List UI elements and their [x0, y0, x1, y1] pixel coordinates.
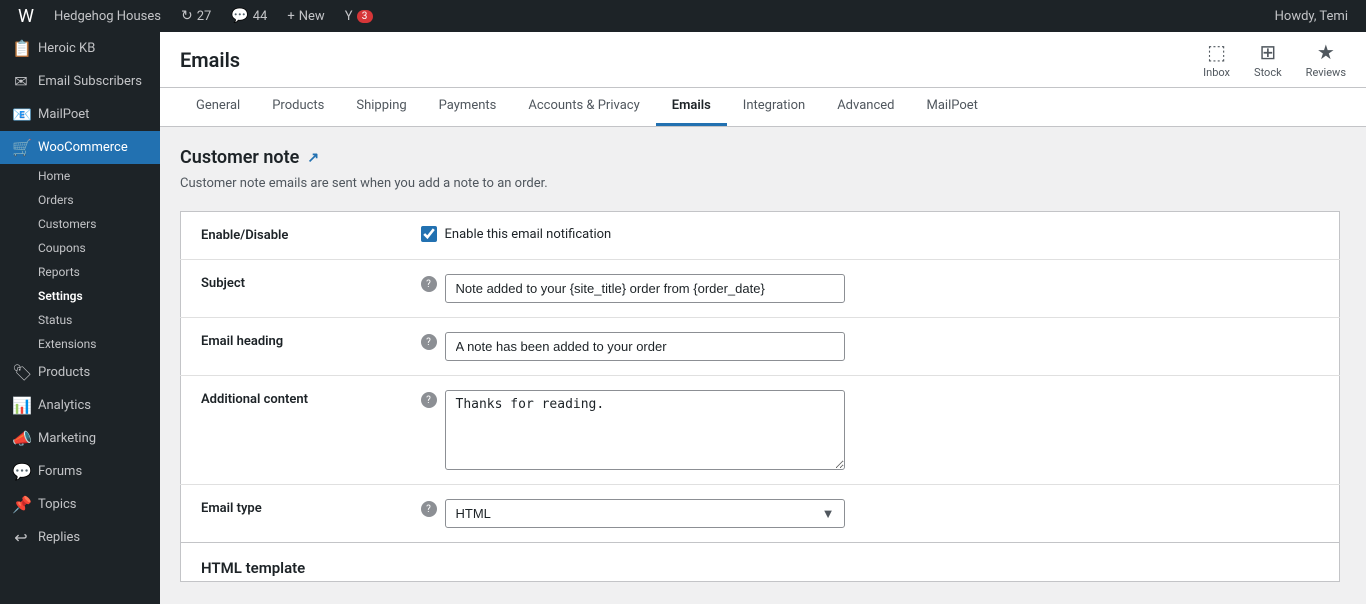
- additional-content-textarea[interactable]: Thanks for reading.: [445, 390, 845, 470]
- enable-checkbox-row: Enable this email notification: [421, 226, 1320, 242]
- subject-label: Subject: [181, 260, 401, 318]
- tab-emails[interactable]: Emails: [656, 88, 727, 126]
- subject-field: ?: [401, 260, 1340, 318]
- email-heading-field-row: ?: [421, 332, 1320, 361]
- email-type-row: Email type ? HTML Plain text Multipart ▼: [181, 485, 1340, 543]
- expand-icon[interactable]: ↗: [307, 150, 319, 166]
- plus-icon: +: [287, 9, 294, 24]
- section-description: Customer note emails are sent when you a…: [180, 176, 1340, 191]
- section-title: Customer note ↗: [180, 147, 1340, 168]
- email-heading-input[interactable]: [445, 332, 845, 361]
- sidebar-item-woocommerce[interactable]: 🛒 WooCommerce: [0, 131, 160, 164]
- woocommerce-icon: 🛒: [12, 138, 30, 157]
- email-heading-label: Email heading: [181, 318, 401, 376]
- topics-icon: 📌: [12, 495, 30, 514]
- replies-icon: ↩: [12, 528, 30, 547]
- inbox-button[interactable]: ⬚ Inbox: [1203, 40, 1230, 79]
- additional-content-row: Additional content ? Thanks for reading.: [181, 376, 1340, 485]
- email-type-field: ? HTML Plain text Multipart ▼: [401, 485, 1340, 543]
- tab-advanced[interactable]: Advanced: [821, 88, 910, 126]
- header-actions: ⬚ Inbox ⊞ Stock ★ Reviews: [1203, 40, 1346, 79]
- sidebar-sub-extensions[interactable]: Extensions: [0, 332, 160, 356]
- updates-button[interactable]: ↻ 27: [171, 0, 221, 32]
- sidebar-item-replies[interactable]: ↩ Replies: [0, 521, 160, 554]
- heroic-kb-icon: 📋: [12, 39, 30, 58]
- sidebar-item-mailpoet[interactable]: 📧 MailPoet: [0, 98, 160, 131]
- sidebar: 📋 Heroic KB ✉ Email Subscribers 📧 MailPo…: [0, 32, 160, 604]
- enable-disable-label: Enable/Disable: [181, 212, 401, 260]
- subject-help-icon[interactable]: ?: [421, 276, 437, 292]
- sidebar-sub-reports[interactable]: Reports: [0, 260, 160, 284]
- sidebar-item-products[interactable]: 🏷 Products: [0, 356, 160, 389]
- site-name[interactable]: Hedgehog Houses: [44, 0, 171, 32]
- sidebar-sub-coupons[interactable]: Coupons: [0, 236, 160, 260]
- email-type-help-icon[interactable]: ?: [421, 501, 437, 517]
- email-subscribers-icon: ✉: [12, 72, 30, 91]
- sidebar-item-forums[interactable]: 💬 Forums: [0, 455, 160, 488]
- enable-disable-row: Enable/Disable Enable this email notific…: [181, 212, 1340, 260]
- forums-icon: 💬: [12, 462, 30, 481]
- tab-payments[interactable]: Payments: [423, 88, 513, 126]
- marketing-icon: 📣: [12, 429, 30, 448]
- email-heading-help-icon[interactable]: ?: [421, 334, 437, 350]
- sidebar-sub-settings[interactable]: Settings: [0, 284, 160, 308]
- additional-content-field-row: ? Thanks for reading.: [421, 390, 1320, 470]
- tab-mailpoet[interactable]: MailPoet: [910, 88, 993, 126]
- comments-button[interactable]: 💬 44: [221, 0, 277, 32]
- mailpoet-icon: 📧: [12, 105, 30, 124]
- enable-checkbox[interactable]: [421, 226, 437, 242]
- tab-shipping[interactable]: Shipping: [340, 88, 422, 126]
- settings-form-table: Enable/Disable Enable this email notific…: [180, 211, 1340, 543]
- email-type-select[interactable]: HTML Plain text Multipart: [445, 499, 845, 528]
- settings-content: Customer note ↗ Customer note emails are…: [160, 127, 1360, 602]
- analytics-icon: 📊: [12, 396, 30, 415]
- main-content: Emails ⬚ Inbox ⊞ Stock ★ Reviews General: [160, 32, 1366, 604]
- email-heading-row: Email heading ?: [181, 318, 1340, 376]
- products-icon: 🏷: [12, 363, 30, 382]
- sidebar-sub-orders[interactable]: Orders: [0, 188, 160, 212]
- reviews-icon: ★: [1317, 40, 1335, 64]
- comments-icon: 💬: [231, 8, 248, 24]
- additional-content-label: Additional content: [181, 376, 401, 485]
- yoast-button[interactable]: Y 3: [335, 0, 383, 32]
- tab-navigation: General Products Shipping Payments Accou…: [160, 88, 1366, 127]
- enable-disable-field: Enable this email notification: [401, 212, 1340, 260]
- tab-products[interactable]: Products: [256, 88, 340, 126]
- new-button[interactable]: + New: [277, 0, 334, 32]
- admin-bar: W Hedgehog Houses ↻ 27 💬 44 + New Y 3 Ho…: [0, 0, 1366, 32]
- inbox-icon: ⬚: [1207, 40, 1226, 64]
- wp-logo[interactable]: W: [8, 6, 44, 27]
- sidebar-item-email-subscribers[interactable]: ✉ Email Subscribers: [0, 65, 160, 98]
- email-type-select-wrap: HTML Plain text Multipart ▼: [445, 499, 845, 528]
- layout: 📋 Heroic KB ✉ Email Subscribers 📧 MailPo…: [0, 32, 1366, 604]
- enable-checkbox-label: Enable this email notification: [445, 227, 612, 242]
- sidebar-item-marketing[interactable]: 📣 Marketing: [0, 422, 160, 455]
- sidebar-sub-home[interactable]: Home: [0, 164, 160, 188]
- additional-content-help-icon[interactable]: ?: [421, 392, 437, 408]
- updates-icon: ↻: [181, 8, 193, 24]
- stock-icon: ⊞: [1259, 40, 1276, 64]
- tab-general[interactable]: General: [180, 88, 256, 126]
- sidebar-sub-status[interactable]: Status: [0, 308, 160, 332]
- reviews-button[interactable]: ★ Reviews: [1306, 40, 1346, 79]
- html-template-label: HTML template: [180, 543, 1340, 582]
- additional-content-field: ? Thanks for reading.: [401, 376, 1340, 485]
- tab-integration[interactable]: Integration: [727, 88, 821, 126]
- sidebar-item-topics[interactable]: 📌 Topics: [0, 488, 160, 521]
- sidebar-item-analytics[interactable]: 📊 Analytics: [0, 389, 160, 422]
- subject-row: Subject ?: [181, 260, 1340, 318]
- email-type-label: Email type: [181, 485, 401, 543]
- stock-button[interactable]: ⊞ Stock: [1254, 40, 1282, 79]
- subject-field-row: ?: [421, 274, 1320, 303]
- subject-input[interactable]: [445, 274, 845, 303]
- email-type-field-row: ? HTML Plain text Multipart ▼: [421, 499, 1320, 528]
- email-heading-field: ?: [401, 318, 1340, 376]
- sidebar-sub-customers[interactable]: Customers: [0, 212, 160, 236]
- howdy-menu[interactable]: Howdy, Temi: [1265, 0, 1358, 32]
- tab-accounts-privacy[interactable]: Accounts & Privacy: [512, 88, 655, 126]
- yoast-icon: Y: [345, 9, 353, 24]
- sidebar-item-heroic-kb[interactable]: 📋 Heroic KB: [0, 32, 160, 65]
- page-header: Emails ⬚ Inbox ⊞ Stock ★ Reviews: [160, 32, 1366, 88]
- page-title: Emails: [180, 48, 240, 72]
